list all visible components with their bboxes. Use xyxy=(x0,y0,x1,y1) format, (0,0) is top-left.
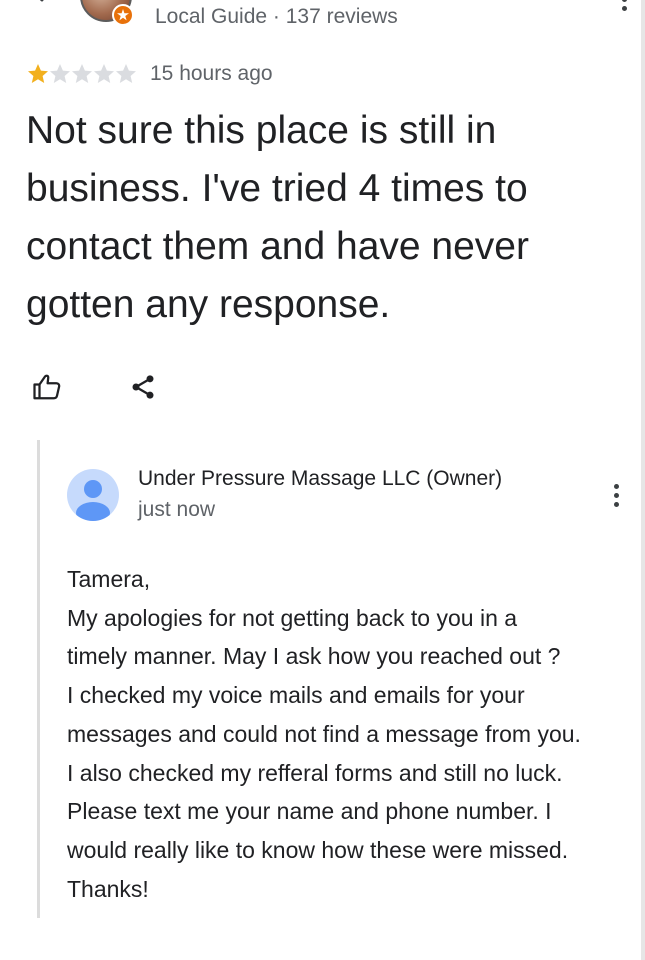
share-icon xyxy=(132,375,154,399)
back-arrow-icon[interactable] xyxy=(28,0,68,16)
local-guide-badge-icon xyxy=(112,4,134,26)
thumb-up-icon xyxy=(33,374,61,400)
owner-reply-time: just now xyxy=(138,498,216,521)
review-more-options-icon[interactable] xyxy=(622,0,627,11)
share-button[interactable] xyxy=(126,370,160,404)
rating-row: 15 hours ago xyxy=(26,62,273,86)
review-actions xyxy=(30,370,160,404)
reply-more-options-icon[interactable] xyxy=(614,484,619,507)
person-icon xyxy=(76,480,110,521)
reviewer-meta: Local Guide · 137 reviews xyxy=(155,5,398,28)
owner-name: Under Pressure Massage LLC (Owner) xyxy=(138,467,503,490)
star-empty-icon xyxy=(116,64,136,83)
star-empty-icon xyxy=(50,64,70,83)
star-filled-icon xyxy=(28,64,48,83)
like-button[interactable] xyxy=(30,370,64,404)
review-text: Not sure this place is still in business… xyxy=(26,109,529,326)
owner-avatar xyxy=(67,469,119,521)
reply-divider xyxy=(37,440,40,918)
star-empty-icon xyxy=(94,64,114,83)
review-time: 15 hours ago xyxy=(150,62,273,85)
star-empty-icon xyxy=(72,64,92,83)
owner-reply-text: Tamera, My apologies for not getting bac… xyxy=(67,566,581,902)
scrollbar-track[interactable] xyxy=(641,0,645,960)
star-rating xyxy=(26,62,136,86)
